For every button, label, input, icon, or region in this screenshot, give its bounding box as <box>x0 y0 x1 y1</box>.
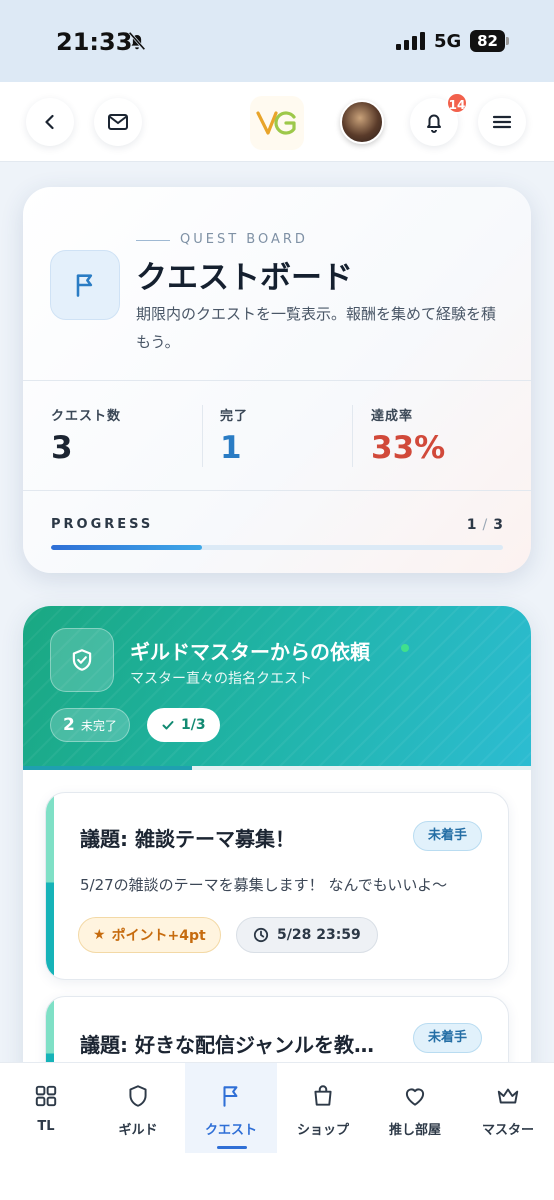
crown-icon <box>497 1088 519 1104</box>
progress-bar <box>51 545 503 550</box>
flag-icon <box>76 274 93 297</box>
flag-icon <box>223 1086 238 1107</box>
status-badge: 未着手 <box>412 821 482 851</box>
nav-label: ショップ <box>296 1123 349 1138</box>
quest-board-card: QUEST BOARD クエストボード 期限内のクエストを一覧表示。報酬を集めて… <box>23 187 531 573</box>
stat-value: 33% <box>371 430 446 466</box>
points-badge: ★ ポイント+4pt <box>78 917 221 953</box>
shield-icon <box>129 1085 147 1107</box>
stat-label: クエスト数 <box>51 409 122 424</box>
nav-item-shop[interactable]: ショップ <box>277 1063 369 1153</box>
progress-count: 1/3 <box>466 517 503 533</box>
guild-title: ギルドマスターからの依頼 <box>130 640 370 664</box>
signal-icon <box>396 32 425 50</box>
nav-item-master[interactable]: マスター <box>462 1063 554 1153</box>
guild-progress-bar <box>23 766 531 770</box>
deadline-label: 5/28 23:59 <box>277 927 361 943</box>
guild-request-card: ギルドマスターからの依頼 マスター直々の指名クエスト 2 未完了 1/3 議題:… <box>23 606 531 1076</box>
grid-icon <box>35 1085 57 1107</box>
board-description: 期限内のクエストを一覧表示。報酬を集めて経験を積もう。 <box>136 305 497 351</box>
back-button[interactable] <box>26 98 74 146</box>
stat-separator <box>352 405 353 467</box>
progress-total: 3 <box>493 517 503 533</box>
nav-label: クエスト <box>204 1123 257 1138</box>
notification-badge: 14 <box>446 92 468 114</box>
nav-item-oshi-room[interactable]: 推し部屋 <box>369 1063 461 1153</box>
star-icon: ★ <box>93 927 106 943</box>
quest-accent <box>46 793 54 979</box>
divider <box>23 380 531 381</box>
nav-label: TL <box>37 1119 55 1134</box>
status-bar: 21:33 5G 82 <box>0 0 554 82</box>
guild-subtitle: マスター直々の指名クエスト <box>130 671 312 687</box>
bell-icon <box>427 114 441 133</box>
open-label: 未完了 <box>80 718 117 733</box>
quest-title: 議題: 雑談テーマ募集！ <box>80 827 295 851</box>
active-tab-indicator <box>217 1146 247 1149</box>
board-eyebrow: QUEST BOARD <box>180 232 308 247</box>
stat-separator <box>202 405 203 467</box>
shopping-bag-icon <box>314 1085 332 1106</box>
bottom-nav: TL ギルド クエスト ショップ 推し部屋 マスター <box>0 1062 554 1200</box>
stat-completed: 完了 1 <box>220 405 248 466</box>
quest-title: 議題: 好きな配信ジャンルを教… <box>80 1033 374 1057</box>
completed-pill: 1/3 <box>147 708 220 742</box>
guild-header[interactable]: ギルドマスターからの依頼 マスター直々の指名クエスト 2 未完了 1/3 <box>23 606 531 766</box>
open-count-pill: 2 未完了 <box>50 708 130 742</box>
flag-badge <box>50 250 120 320</box>
bell-off-icon <box>128 31 146 51</box>
battery-icon: 82 <box>470 30 510 52</box>
nav-label: ギルド <box>118 1123 158 1138</box>
nav-item-guild[interactable]: ギルド <box>92 1063 184 1153</box>
quest-description: 5/27の雑談のテーマを募集します！ なんでもいいよ〜 <box>80 876 448 894</box>
shield-check-icon <box>72 649 92 671</box>
open-count: 2 <box>63 715 75 735</box>
guild-progress-fill <box>23 766 193 770</box>
app-header: 14 <box>0 82 554 162</box>
heart-icon <box>405 1088 425 1106</box>
nav-label: マスター <box>481 1123 534 1138</box>
menu-button[interactable] <box>478 98 526 146</box>
check-icon <box>162 721 174 730</box>
shield-badge <box>50 628 114 692</box>
status-time: 21:33 <box>56 28 133 56</box>
eyebrow-line <box>136 240 170 241</box>
points-label: ポイント+4pt <box>111 928 206 944</box>
app-logo[interactable] <box>250 96 304 150</box>
avatar[interactable] <box>340 100 384 144</box>
mail-icon <box>108 114 128 130</box>
progress-label: PROGRESS <box>51 517 154 532</box>
clock-icon <box>253 927 269 943</box>
stat-value: 3 <box>51 430 73 466</box>
nav-item-quest[interactable]: クエスト <box>185 1063 277 1153</box>
stat-value: 1 <box>220 430 242 466</box>
hamburger-icon <box>492 115 512 129</box>
stat-total: クエスト数 3 <box>51 405 121 466</box>
logo-icon <box>256 111 296 135</box>
divider <box>23 490 531 491</box>
nav-label: 推し部屋 <box>388 1123 441 1138</box>
quest-item[interactable]: 議題: 雑談テーマ募集！ 未着手 5/27の雑談のテーマを募集します！ なんでも… <box>45 792 509 980</box>
progress-done: 1 <box>466 517 477 533</box>
stat-label: 完了 <box>220 409 249 424</box>
stat-label: 達成率 <box>371 409 414 424</box>
live-indicator <box>401 644 409 652</box>
status-badge: 未着手 <box>412 1023 482 1053</box>
completed-label: 1/3 <box>181 717 206 733</box>
deadline-badge: 5/28 23:59 <box>236 917 378 953</box>
battery-level: 82 <box>470 30 505 52</box>
stat-achievement-rate: 達成率 33% <box>371 405 445 466</box>
nav-item-tl[interactable]: TL <box>0 1063 92 1153</box>
progress-fill <box>51 545 202 550</box>
chevron-left-icon <box>45 114 54 130</box>
page-title: クエストボード <box>136 260 353 296</box>
messages-button[interactable] <box>94 98 142 146</box>
network-type: 5G <box>434 31 462 52</box>
